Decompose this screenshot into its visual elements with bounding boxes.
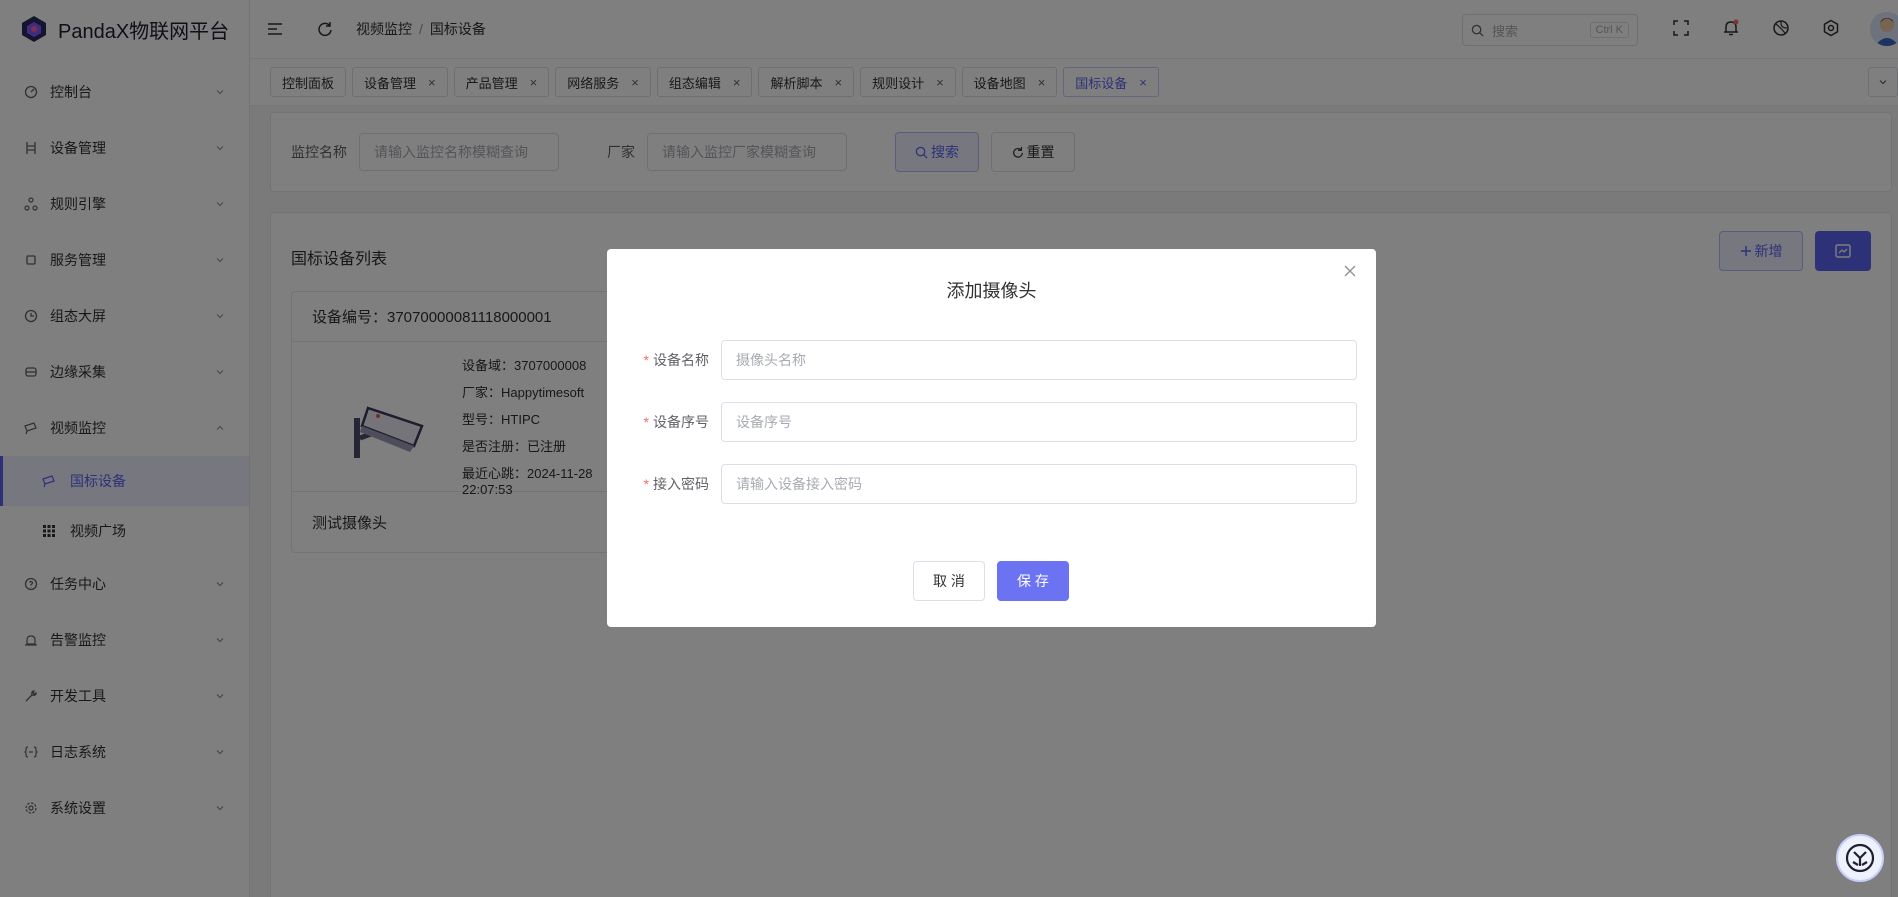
dialog-title: 添加摄像头 xyxy=(946,281,1037,301)
required-mark: * xyxy=(643,352,649,368)
device-name-input[interactable]: 摄像头名称 xyxy=(721,340,1357,380)
input-placeholder: 设备序号 xyxy=(736,414,792,430)
add-camera-dialog: 添加摄像头 * 设备名称 摄像头名称 * 设备序号 设备序号 * 接入密码 请输入设备… xyxy=(607,249,1376,627)
access-password-label: * 接入密码 xyxy=(643,476,709,492)
device-name-label: * 设备名称 xyxy=(643,352,709,368)
assistant-icon xyxy=(1845,843,1875,873)
input-placeholder: 请输入设备接入密码 xyxy=(736,476,862,492)
form-row-device-serial: * 设备序号 设备序号 xyxy=(627,402,1357,442)
required-mark: * xyxy=(643,476,649,492)
required-mark: * xyxy=(643,414,649,430)
device-serial-input[interactable]: 设备序号 xyxy=(721,402,1357,442)
close-icon[interactable] xyxy=(1342,263,1358,279)
input-placeholder: 摄像头名称 xyxy=(736,352,806,368)
access-password-input[interactable]: 请输入设备接入密码 xyxy=(721,464,1357,504)
save-button[interactable]: 保 存 xyxy=(997,561,1069,601)
form-row-access-password: * 接入密码 请输入设备接入密码 xyxy=(627,464,1357,504)
cancel-button[interactable]: 取 消 xyxy=(913,561,985,601)
assistant-float-button[interactable] xyxy=(1836,834,1884,882)
device-serial-label: * 设备序号 xyxy=(643,414,709,430)
form-row-device-name: * 设备名称 摄像头名称 xyxy=(627,340,1357,380)
